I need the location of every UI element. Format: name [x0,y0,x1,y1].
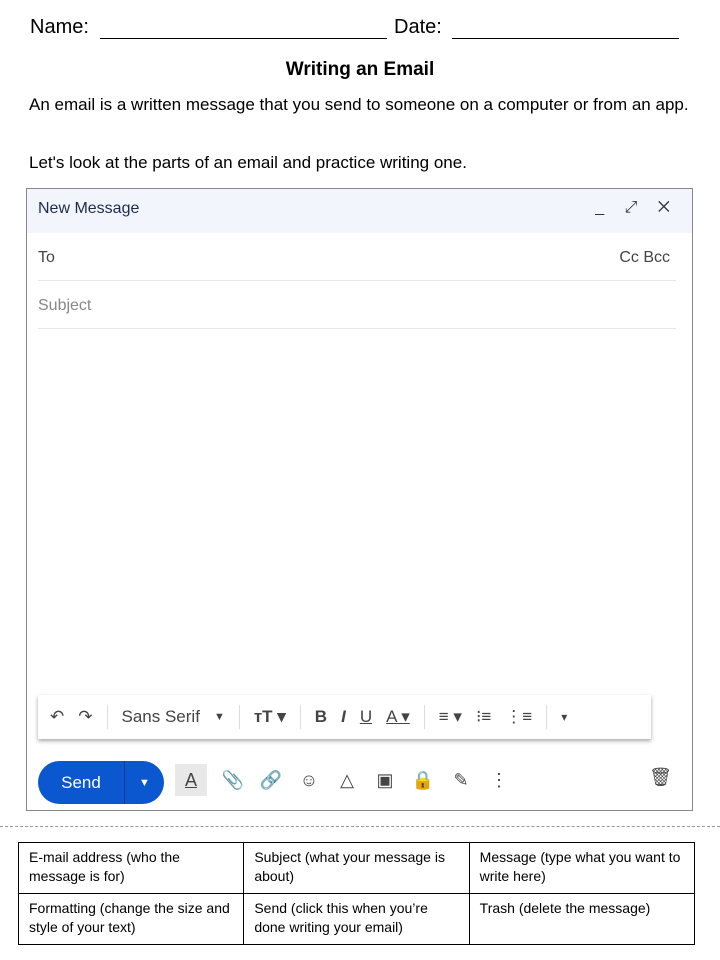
divider [299,705,301,729]
link-icon[interactable]: 🔗 [259,770,283,791]
intro-paragraph-2: Let's look at the parts of an email and … [29,153,467,172]
message-body[interactable] [38,334,676,684]
table-cell: Send (click this when you’re done writin… [243,893,470,945]
table-cell: Trash (delete the message) [468,893,696,945]
send-button-group: Send ▼ [38,761,164,804]
compose-header: New Message _ ⤢ ✕ [27,189,692,233]
underline-icon[interactable]: U [360,707,372,727]
text-color-icon[interactable]: A ▾ [386,707,410,727]
divider [238,705,240,729]
table-row: Formatting (change the size and style of… [17,893,696,945]
table-cell: Message (type what you want to write her… [468,842,696,894]
numbered-list-icon[interactable]: ⁝≡ [476,707,491,727]
bulleted-list-icon[interactable]: ⋮≡ [505,707,532,727]
confidential-icon[interactable]: 🔒 [411,770,435,791]
font-select[interactable]: Sans Serif [122,707,200,727]
divider [423,705,425,729]
to-field[interactable]: To Cc Bcc [38,233,676,281]
bottom-toolbar: A 📎 🔗 ☺ △ ▣ 🔒 ✎ ⋮ [175,764,511,796]
more-formatting-icon[interactable]: ▾ [561,710,567,724]
compose-window: New Message _ ⤢ ✕ To Cc Bcc Subject ↶ ↷ … [26,188,693,811]
send-button[interactable]: Send [38,761,125,804]
photo-icon[interactable]: ▣ [373,770,397,791]
table-cell: E-mail address (who the message is for) [17,842,245,894]
cc-bcc-link[interactable]: Cc Bcc [619,249,670,267]
table-cell: Formatting (change the size and style of… [17,893,245,945]
bold-icon[interactable]: B [315,707,327,727]
to-label: To [38,249,55,266]
intro-paragraph: An email is a written message that you s… [29,95,689,114]
cut-line [0,826,720,827]
undo-icon[interactable]: ↶ [50,707,64,727]
window-controls-icon[interactable]: _ ⤢ ✕ [595,199,678,217]
date-field[interactable] [452,17,679,39]
formatting-options-icon[interactable]: A [175,764,207,796]
formatting-toolbar: ↶ ↷ Sans Serif ▼ тT ▾ B I U A ▾ ≡ ▾ ⁝≡ ⋮≡… [38,695,651,739]
signature-icon[interactable]: ✎ [449,770,473,791]
more-options-icon[interactable]: ⋮ [487,770,511,791]
name-label: Name: [30,16,89,38]
text-size-icon[interactable]: тT ▾ [254,707,286,727]
name-field[interactable] [100,17,387,39]
align-icon[interactable]: ≡ ▾ [439,707,462,727]
compose-title: New Message [38,200,140,217]
attach-icon[interactable]: 📎 [221,770,245,791]
redo-icon[interactable]: ↷ [78,707,92,727]
table-row: E-mail address (who the message is for) … [17,842,696,894]
table-cell: Subject (what your message is about) [243,842,470,894]
subject-field[interactable]: Subject [38,281,676,329]
drive-icon[interactable]: △ [335,770,359,791]
date-label: Date: [394,16,442,38]
chevron-down-icon[interactable]: ▼ [214,711,225,723]
divider [546,705,548,729]
page-title: Writing an Email [285,59,435,80]
send-options-icon[interactable]: ▼ [125,777,164,789]
divider [106,705,108,729]
italic-icon[interactable]: I [341,707,346,727]
emoji-icon[interactable]: ☺ [297,770,321,791]
labels-table: E-mail address (who the message is for) … [17,842,696,945]
trash-icon[interactable]: 🗑 [649,767,672,788]
